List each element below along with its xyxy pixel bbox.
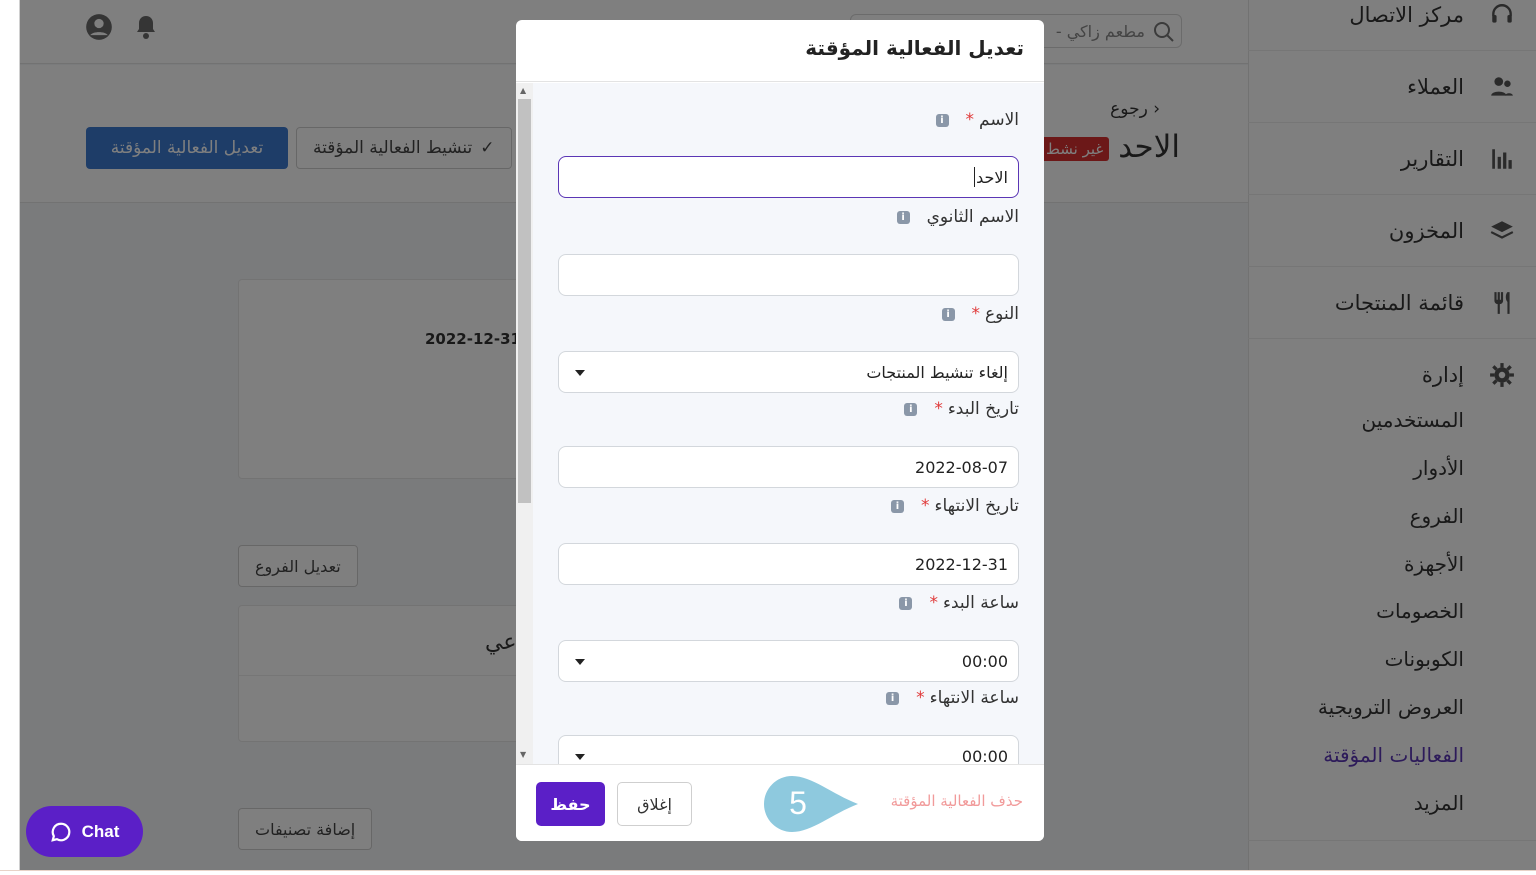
start-date-input[interactable]: 2022-08-07: [558, 446, 1019, 488]
close-button[interactable]: إغلاق: [617, 782, 692, 826]
secondary-name-input[interactable]: [558, 254, 1019, 296]
info-icon[interactable]: i: [941, 307, 955, 321]
modal-footer: حفظ إغلاق 5 حذف الفعالية المؤقتة: [516, 764, 1044, 841]
info-icon[interactable]: i: [904, 402, 918, 416]
modal-body: ▲ ▼ الاسم * i الاحد الاسم الثانوي i النو…: [516, 83, 1044, 764]
info-icon[interactable]: i: [899, 596, 913, 610]
start-date-label: تاريخ البدء * i: [904, 399, 1019, 419]
chevron-down-icon: [575, 370, 585, 376]
info-icon[interactable]: i: [935, 113, 949, 127]
required-mark: *: [929, 593, 938, 613]
required-mark: *: [916, 688, 925, 708]
start-time-label: ساعة البدء * i: [899, 593, 1019, 613]
start-time-label-text: ساعة البدء: [942, 593, 1019, 613]
chat-bubble-icon: [50, 822, 70, 842]
type-label-text: النوع: [985, 304, 1019, 324]
delete-event-link[interactable]: حذف الفعالية المؤقتة: [891, 792, 1023, 810]
start-time-value: 00:00: [961, 651, 1008, 671]
end-date-value: 2022-12-31: [915, 554, 1008, 574]
name-input[interactable]: الاحد: [558, 156, 1019, 198]
step-marker-icon: 5: [764, 776, 858, 832]
type-select[interactable]: إلغاء تنشيط المنتجات: [558, 351, 1019, 393]
window-left-edge: [0, 0, 20, 875]
text-caret: [974, 167, 976, 187]
required-mark: *: [934, 399, 943, 419]
type-select-value: إلغاء تنشيط المنتجات: [866, 362, 1008, 382]
start-time-select[interactable]: 00:00: [558, 640, 1019, 682]
required-mark: *: [965, 110, 975, 130]
save-button[interactable]: حفظ: [536, 782, 605, 826]
edit-event-modal: تعديل الفعالية المؤقتة ▲ ▼ الاسم * i الا…: [516, 20, 1044, 841]
info-icon[interactable]: i: [886, 691, 900, 705]
chevron-down-icon: [575, 754, 585, 760]
end-date-input[interactable]: 2022-12-31: [558, 543, 1019, 585]
scroll-down-arrow-icon[interactable]: ▼: [520, 750, 526, 759]
scrollbar-thumb[interactable]: [518, 99, 531, 503]
end-time-label-text: ساعة الانتهاء: [929, 688, 1019, 708]
chevron-down-icon: [575, 659, 585, 665]
info-icon[interactable]: i: [890, 499, 904, 513]
modal-scrollbar[interactable]: ▲ ▼: [516, 83, 533, 764]
required-mark: *: [971, 304, 981, 324]
info-icon[interactable]: i: [896, 210, 910, 224]
secondary-name-label: الاسم الثانوي i: [896, 207, 1019, 227]
name-label-text: الاسم: [979, 110, 1019, 130]
secondary-name-label-text: الاسم الثانوي: [926, 207, 1019, 227]
type-label: النوع * i: [941, 304, 1019, 324]
modal-header: تعديل الفعالية المؤقتة: [516, 20, 1044, 82]
end-date-label: تاريخ الانتهاء * i: [890, 496, 1019, 516]
name-input-value: الاحد: [976, 167, 1008, 187]
scroll-up-arrow-icon[interactable]: ▲: [520, 86, 526, 95]
step-number: 5: [789, 785, 807, 821]
name-label: الاسم * i: [935, 110, 1019, 130]
end-time-value: 00:00: [961, 746, 1008, 765]
chat-button[interactable]: Chat: [26, 806, 143, 857]
modal-title: تعديل الفعالية المؤقتة: [805, 36, 1024, 60]
end-date-label-text: تاريخ الانتهاء: [934, 496, 1019, 516]
start-date-value: 2022-08-07: [915, 457, 1008, 477]
chat-label: Chat: [81, 821, 120, 841]
end-time-label: ساعة الانتهاء * i: [886, 688, 1019, 708]
window-bottom-edge: [0, 870, 1536, 875]
end-time-select[interactable]: 00:00: [558, 735, 1019, 764]
required-mark: *: [920, 496, 930, 516]
start-date-label-text: تاريخ البدء: [947, 399, 1019, 419]
